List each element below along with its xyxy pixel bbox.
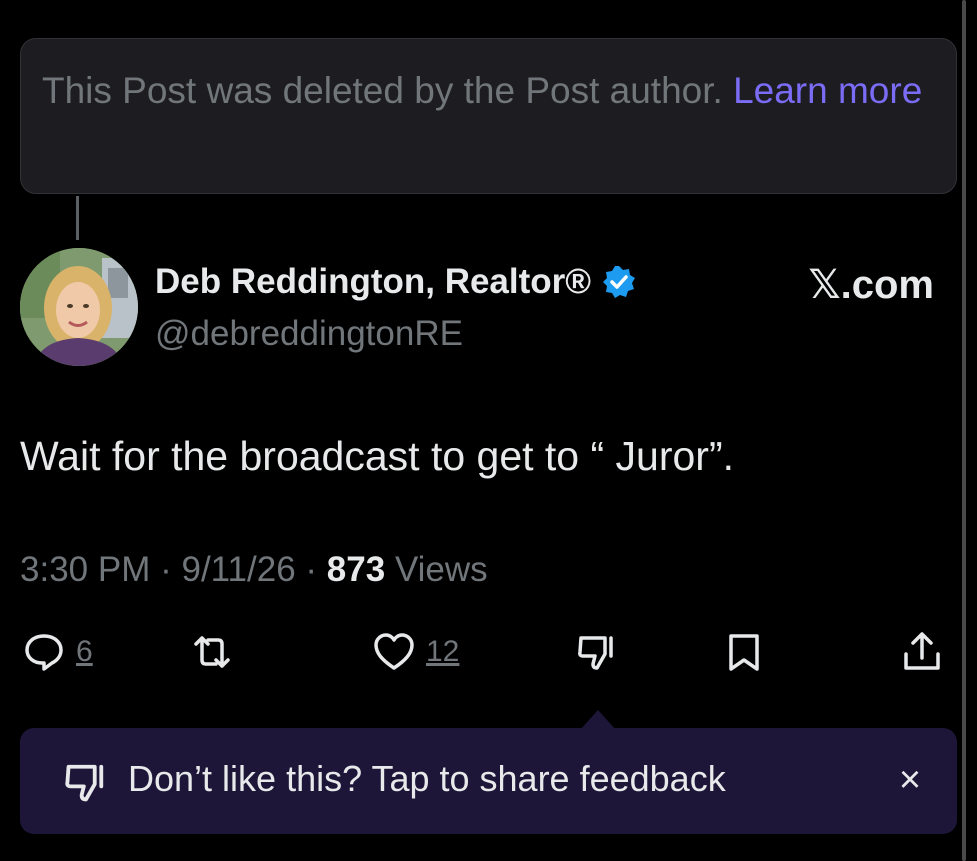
scrollbar[interactable]	[962, 0, 966, 861]
author-name[interactable]: Deb Reddington, Realtor®	[155, 262, 591, 302]
close-icon[interactable]: ×	[888, 758, 932, 802]
author-name-row[interactable]: Deb Reddington, Realtor®	[155, 262, 637, 302]
feedback-banner[interactable]: Don’t like this? Tap to share feedback ×	[20, 728, 957, 834]
repost-icon	[194, 636, 230, 668]
post-text: Wait for the broadcast to get to “ Juror…	[20, 433, 734, 479]
deleted-post-message: This Post was deleted by the Post author…	[42, 67, 932, 115]
learn-more-link[interactable]: Learn more	[733, 70, 922, 111]
avatar[interactable]	[20, 248, 138, 366]
reply-count[interactable]: 6	[76, 635, 93, 669]
like-count[interactable]: 12	[426, 635, 459, 669]
dislike-icon	[578, 636, 613, 670]
views-label: Views	[394, 550, 488, 589]
post-time[interactable]: 3:30 PM	[20, 550, 150, 589]
author-handle[interactable]: @debreddingtonRE	[155, 314, 463, 354]
post-meta: 3:30 PM · 9/11/26 · 873 Views	[20, 550, 488, 590]
feedback-text[interactable]: Don’t like this? Tap to share feedback	[128, 758, 726, 800]
x-watermark: 𝕏.com	[808, 263, 934, 307]
feedback-caret	[580, 710, 616, 730]
avatar-image	[20, 248, 138, 366]
meta-separator: ·	[305, 550, 318, 589]
share-button[interactable]	[900, 630, 944, 674]
post-date[interactable]: 9/11/26	[181, 550, 295, 589]
reply-button[interactable]: 6	[22, 630, 93, 674]
repost-button[interactable]	[190, 630, 234, 674]
reply-icon	[25, 634, 63, 671]
deleted-post-card: This Post was deleted by the Post author…	[20, 38, 957, 194]
like-icon	[374, 633, 414, 670]
thread-connector-line	[76, 196, 79, 240]
verified-badge-icon	[603, 266, 636, 298]
meta-separator: ·	[160, 550, 172, 589]
views-count: 873	[326, 550, 386, 589]
like-button[interactable]: 12	[372, 630, 459, 674]
action-bar: 6 12	[0, 630, 977, 680]
bookmark-button[interactable]	[722, 630, 766, 674]
dislike-button[interactable]	[575, 630, 619, 674]
share-icon	[904, 632, 940, 670]
deleted-post-text: This Post was deleted by the Post author…	[42, 70, 723, 111]
bookmark-icon	[729, 634, 759, 671]
dislike-icon	[65, 764, 104, 802]
